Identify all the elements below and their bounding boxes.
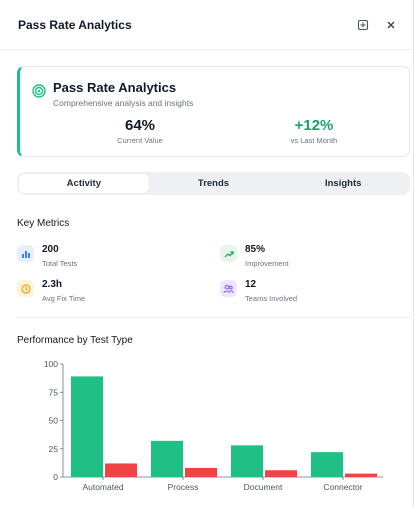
metric-label: Teams Involved (245, 294, 298, 303)
tab-insights[interactable]: Insights (278, 174, 408, 193)
export-icon[interactable] (355, 17, 371, 33)
y-tick-label: 75 (49, 387, 59, 397)
metric-value: 200 (42, 244, 59, 255)
analytics-panel: Pass Rate Analytics Pass Rate Analytics (0, 0, 414, 507)
bar (71, 376, 103, 477)
bar (105, 463, 137, 477)
performance-bar-chart: 0 25 50 75 100 Automated Process Document Connec… (44, 359, 383, 492)
bar (311, 452, 343, 477)
current-value-stat: 64% Current Value (90, 117, 190, 145)
y-tick-label: 50 (49, 416, 59, 426)
x-tick-label: Connector (323, 482, 362, 492)
tab-trends[interactable]: Trends (149, 174, 279, 193)
panel-header: Pass Rate Analytics (0, 0, 413, 50)
metric-value: 2.3h (42, 279, 63, 290)
change-stat: +12% vs Last Month (264, 117, 364, 145)
summary-title: Pass Rate Analytics (53, 80, 177, 95)
metric-teams-involved: 12 Teams Involved (220, 279, 297, 303)
x-tick-label: Automated (82, 482, 123, 492)
bar (265, 470, 297, 477)
header-actions (355, 17, 399, 33)
change-label: vs Last Month (290, 136, 338, 145)
metric-label: Total Tests (42, 259, 78, 268)
panel-title: Pass Rate Analytics (18, 17, 132, 32)
metric-improvement: 85% Improvement (220, 244, 289, 268)
bar-chart-icon (17, 245, 34, 262)
target-icon (32, 84, 46, 98)
y-tick-label: 100 (44, 359, 58, 369)
change-value: +12% (294, 117, 334, 134)
metric-total-tests: 200 Total Tests (17, 244, 77, 268)
bar (345, 473, 377, 477)
metric-value: 12 (245, 279, 257, 290)
metric-label: Avg Fix Time (42, 294, 86, 303)
users-icon (220, 280, 237, 297)
trending-up-icon (220, 245, 237, 262)
metric-avg-fix-time: 2.3h Avg Fix Time (17, 279, 85, 303)
bar (151, 440, 183, 477)
key-metrics-title: Key Metrics (17, 218, 70, 229)
bar (231, 445, 263, 477)
metric-label: Improvement (245, 259, 289, 268)
x-tick-label: Process (168, 482, 199, 492)
tab-bar: Activity Trends Insights (17, 172, 410, 195)
x-tick-label: Document (244, 482, 283, 492)
metric-value: 85% (245, 244, 266, 255)
current-value-label: Current Value (117, 136, 163, 145)
tab-activity[interactable]: Activity (19, 174, 149, 193)
y-tick-label: 0 (53, 472, 58, 482)
close-icon[interactable] (383, 17, 399, 33)
current-value: 64% (124, 117, 156, 134)
y-tick-label: 25 (49, 444, 59, 454)
chart-title: Performance by Test Type (17, 335, 133, 346)
summary-subtitle: Comprehensive analysis and insights (53, 98, 194, 108)
clock-icon (17, 280, 34, 297)
bar (185, 467, 217, 477)
summary-card: Pass Rate Analytics Comprehensive analys… (17, 66, 410, 157)
section-divider (17, 317, 410, 318)
